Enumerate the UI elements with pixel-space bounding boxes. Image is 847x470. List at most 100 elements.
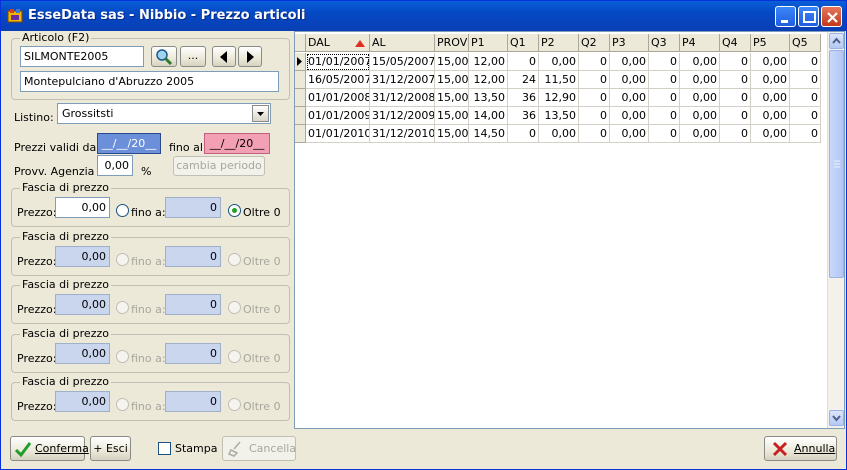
table-cell[interactable]: 0	[508, 53, 539, 71]
app-icon[interactable]	[7, 8, 23, 24]
column-header[interactable]: DAL	[306, 34, 370, 52]
table-cell[interactable]: 0	[649, 107, 680, 125]
fino-radio[interactable]	[116, 301, 129, 314]
table-cell[interactable]: 12,00	[469, 53, 508, 71]
table-cell[interactable]: 31/12/2007	[370, 71, 435, 89]
table-cell[interactable]: 0	[790, 107, 821, 125]
row-indicator[interactable]	[295, 107, 306, 125]
row-indicator[interactable]	[295, 53, 306, 71]
listino-select[interactable]: Grossitsti	[57, 103, 271, 124]
cancella-button[interactable]: Cancella	[222, 436, 296, 461]
table-cell[interactable]: 0,00	[751, 107, 790, 125]
table-cell[interactable]: 14,50	[469, 125, 508, 143]
oltre-radio[interactable]	[228, 253, 241, 266]
close-button[interactable]	[821, 6, 842, 27]
table-cell[interactable]: 01/01/2009	[306, 107, 370, 125]
esci-button[interactable]: + Esci	[90, 436, 131, 461]
column-header[interactable]: Q4	[720, 34, 751, 52]
table-cell[interactable]: 0	[649, 89, 680, 107]
prezzo-input[interactable]: 0,00	[55, 246, 110, 267]
scroll-down-button[interactable]	[829, 410, 844, 426]
cambia-periodo-button[interactable]: cambia periodo	[173, 156, 265, 176]
article-code-input[interactable]: SILMONTE2005	[20, 46, 144, 67]
table-cell[interactable]: 0,00	[539, 53, 579, 71]
fino-radio[interactable]	[116, 398, 129, 411]
table-cell[interactable]: 0,00	[680, 107, 720, 125]
table-cell[interactable]: 0	[649, 71, 680, 89]
table-cell[interactable]: 0,00	[751, 71, 790, 89]
table-cell[interactable]: 0,00	[680, 53, 720, 71]
table-cell[interactable]: 0	[790, 125, 821, 143]
table-cell[interactable]: 0,00	[751, 53, 790, 71]
table-cell[interactable]: 15/05/2007	[370, 53, 435, 71]
row-indicator[interactable]	[295, 89, 306, 107]
column-header[interactable]: Q3	[649, 34, 680, 52]
column-header[interactable]: P5	[751, 34, 790, 52]
fino-input[interactable]: 0	[165, 197, 221, 218]
table-cell[interactable]: 15,00	[435, 89, 469, 107]
table-cell[interactable]: 14,00	[469, 107, 508, 125]
browse-button[interactable]: ...	[180, 46, 206, 67]
table-cell[interactable]: 0,00	[610, 107, 649, 125]
date-to-input[interactable]: __/__/20__	[204, 133, 270, 154]
table-cell[interactable]: 12,00	[469, 71, 508, 89]
table-cell[interactable]: 15,00	[435, 107, 469, 125]
fino-radio[interactable]	[116, 204, 129, 217]
table-cell[interactable]: 01/01/2010	[306, 125, 370, 143]
table-cell[interactable]: 0	[790, 53, 821, 71]
date-from-input[interactable]: __/__/20__	[97, 133, 161, 154]
table-cell[interactable]: 0,00	[610, 125, 649, 143]
table-cell[interactable]: 0	[579, 89, 610, 107]
table-cell[interactable]: 16/05/2007	[306, 71, 370, 89]
conferma-button[interactable]: Conferma	[10, 436, 89, 461]
table-cell[interactable]: 0	[579, 125, 610, 143]
stampa-checkbox[interactable]	[158, 442, 171, 455]
table-cell[interactable]: 0,00	[680, 71, 720, 89]
column-header[interactable]: AL	[370, 34, 435, 52]
table-cell[interactable]: 0,00	[610, 53, 649, 71]
prezzo-input[interactable]: 0,00	[55, 391, 110, 412]
table-cell[interactable]: 0	[579, 107, 610, 125]
fino-input[interactable]: 0	[165, 343, 221, 364]
table-cell[interactable]: 31/12/2010	[370, 125, 435, 143]
fino-radio[interactable]	[116, 253, 129, 266]
fino-input[interactable]: 0	[165, 391, 221, 412]
table-cell[interactable]: 15,00	[435, 125, 469, 143]
provv-input[interactable]: 0,00	[97, 155, 133, 176]
table-cell[interactable]: 36	[508, 89, 539, 107]
table-cell[interactable]: 0,00	[539, 125, 579, 143]
table-cell[interactable]: 0	[790, 89, 821, 107]
table-cell[interactable]: 0,00	[751, 89, 790, 107]
chevron-down-icon[interactable]	[252, 105, 269, 122]
column-header[interactable]: Q5	[790, 34, 821, 52]
table-cell[interactable]: 31/12/2009	[370, 107, 435, 125]
column-header[interactable]: P3	[610, 34, 649, 52]
table-cell[interactable]: 15,00	[435, 71, 469, 89]
table-cell[interactable]: 11,50	[539, 71, 579, 89]
annulla-button[interactable]: Annulla	[764, 436, 837, 461]
scroll-up-button[interactable]	[829, 33, 844, 49]
column-header[interactable]: P2	[539, 34, 579, 52]
table-cell[interactable]: 0,00	[751, 125, 790, 143]
table-cell[interactable]: 0	[720, 107, 751, 125]
table-cell[interactable]: 0,00	[610, 89, 649, 107]
table-cell[interactable]: 0,00	[610, 71, 649, 89]
table-cell[interactable]: 15,00	[435, 53, 469, 71]
table-cell[interactable]: 0	[720, 53, 751, 71]
oltre-radio[interactable]	[228, 350, 241, 363]
fino-radio[interactable]	[116, 350, 129, 363]
prices-grid[interactable]: DAL AL PROV P1 Q1 P2 Q2 P3 Q3 P4 Q4 P5 Q5 01/01/2007 1…	[294, 31, 845, 429]
table-cell[interactable]: 0	[508, 125, 539, 143]
table-cell[interactable]: 13,50	[539, 107, 579, 125]
table-cell[interactable]: 12,90	[539, 89, 579, 107]
row-indicator[interactable]	[295, 71, 306, 89]
table-cell[interactable]: 0	[790, 71, 821, 89]
scroll-thumb[interactable]	[829, 50, 844, 278]
table-cell[interactable]: 0	[720, 89, 751, 107]
table-cell[interactable]: 0	[579, 53, 610, 71]
row-indicator[interactable]	[295, 125, 306, 143]
vertical-scrollbar[interactable]	[827, 32, 844, 428]
table-cell[interactable]: 13,50	[469, 89, 508, 107]
table-cell[interactable]: 01/01/2008	[306, 89, 370, 107]
next-article-button[interactable]	[238, 46, 262, 67]
